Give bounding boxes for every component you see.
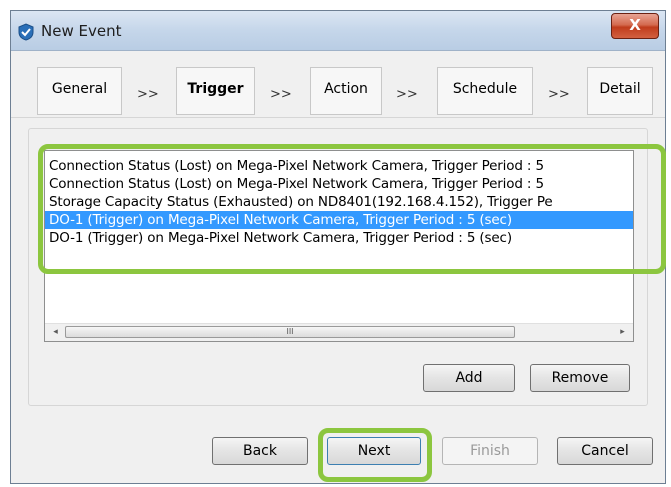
tab-schedule[interactable]: Schedule (437, 67, 533, 115)
tab-trigger[interactable]: Trigger (176, 67, 255, 115)
step-separator: >> (137, 87, 159, 102)
step-separator: >> (396, 87, 418, 102)
next-button[interactable]: Next (327, 437, 421, 465)
trigger-rows: Connection Status (Lost) on Mega-Pixel N… (45, 157, 633, 247)
remove-button[interactable]: Remove (530, 364, 630, 392)
tab-detail[interactable]: Detail (587, 67, 653, 115)
step-separator: >> (548, 87, 570, 102)
title-bar[interactable]: New Event X (11, 11, 665, 51)
left-margin (0, 0, 8, 487)
grip-icon: III (286, 327, 294, 336)
finish-button: Finish (442, 437, 538, 465)
trigger-list[interactable]: Connection Status (Lost) on Mega-Pixel N… (44, 150, 634, 342)
list-item[interactable]: Storage Capacity Status (Exhausted) on N… (49, 193, 633, 211)
list-item[interactable]: DO-1 (Trigger) on Mega-Pixel Network Cam… (49, 229, 633, 247)
list-item-selected[interactable]: DO-1 (Trigger) on Mega-Pixel Network Cam… (45, 211, 633, 229)
cancel-button[interactable]: Cancel (557, 437, 653, 465)
close-button[interactable]: X (611, 13, 659, 39)
horizontal-scrollbar[interactable]: ◂ III ▸ (45, 323, 633, 341)
back-button[interactable]: Back (212, 437, 308, 465)
step-separator: >> (270, 87, 292, 102)
window-title: New Event (41, 22, 122, 40)
list-item[interactable]: Connection Status (Lost) on Mega-Pixel N… (49, 157, 633, 175)
scroll-thumb[interactable]: III (65, 326, 515, 338)
scroll-left-icon[interactable]: ◂ (47, 324, 64, 341)
scroll-right-icon[interactable]: ▸ (614, 324, 631, 341)
wizard-steps: General >> Trigger >> Action >> Schedule… (11, 67, 665, 117)
add-button[interactable]: Add (423, 364, 515, 392)
close-icon: X (629, 16, 641, 34)
divider (11, 117, 665, 118)
list-item[interactable]: Connection Status (Lost) on Mega-Pixel N… (49, 175, 633, 193)
check-shield-icon (18, 23, 34, 41)
tab-general[interactable]: General (37, 67, 122, 115)
tab-action[interactable]: Action (310, 67, 382, 115)
